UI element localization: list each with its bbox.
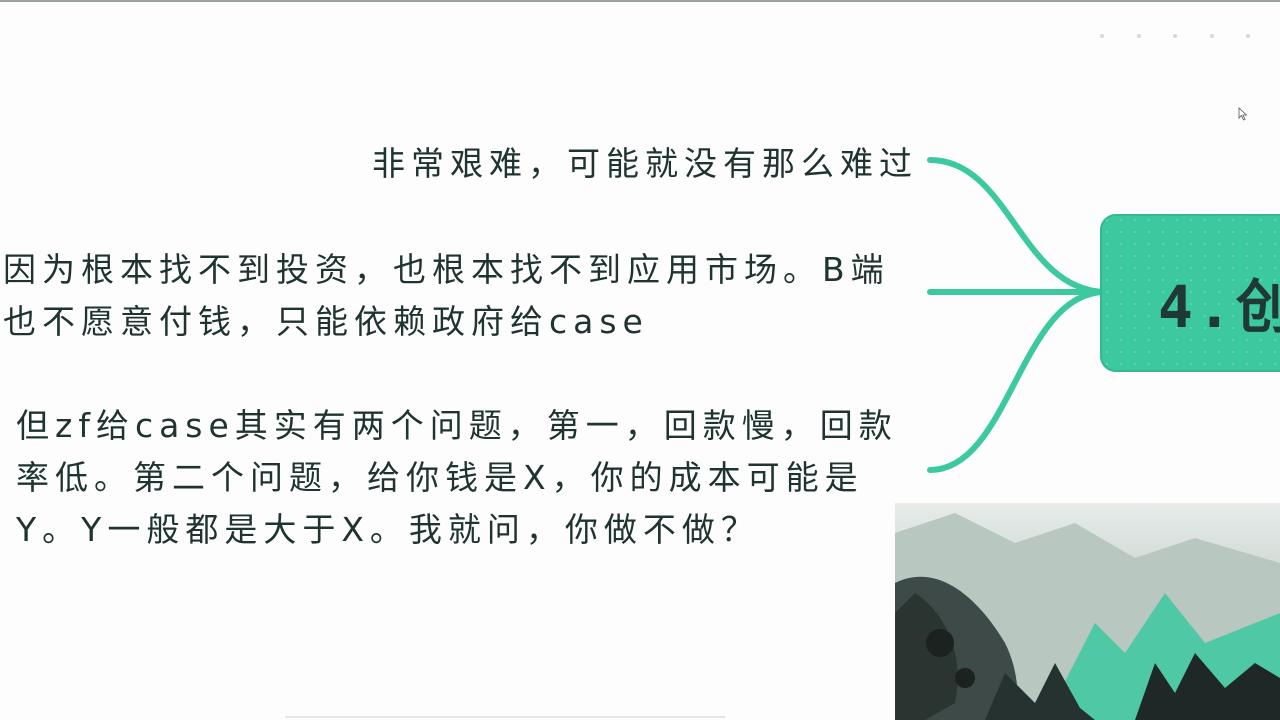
node-label: 4.创 [1158, 273, 1280, 341]
text-line: Y。Y一般都是大于X。我就问，你做不做？ [16, 510, 760, 549]
top-divider [0, 0, 1280, 2]
text-line: 但zf给case其实有两个问题，第一，回款慢，回款 [16, 406, 898, 445]
presenter-video-overlay [895, 503, 1280, 720]
slide-canvas: 非常艰难，可能就没有那么难过 因为根本找不到投资，也根本找不到应用市场。B端 也… [0, 0, 1280, 720]
top-decoration-dots [1100, 30, 1250, 42]
bottom-divider [285, 716, 725, 718]
text-line: 率低。第二个问题，给你钱是X，你的成本可能是 [16, 458, 864, 497]
mindmap-text-paragraph-3: 但zf给case其实有两个问题，第一，回款慢，回款 率低。第二个问题，给你钱是X… [16, 400, 898, 556]
mindmap-text-paragraph-2: 因为根本找不到投资，也根本找不到应用市场。B端 也不愿意付钱，只能依赖政府给ca… [3, 244, 890, 348]
video-frame-image [895, 513, 1280, 720]
text-line: 也不愿意付钱，只能依赖政府给case [3, 302, 649, 341]
text-line: 非常艰难，可能就没有那么难过 [372, 144, 918, 183]
cursor-arrow-icon [1238, 107, 1248, 121]
mindmap-central-node: 4.创 [1100, 214, 1280, 372]
text-line: 因为根本找不到投资，也根本找不到应用市场。B端 [3, 250, 890, 289]
mindmap-text-line-1: 非常艰难，可能就没有那么难过 [372, 138, 918, 190]
